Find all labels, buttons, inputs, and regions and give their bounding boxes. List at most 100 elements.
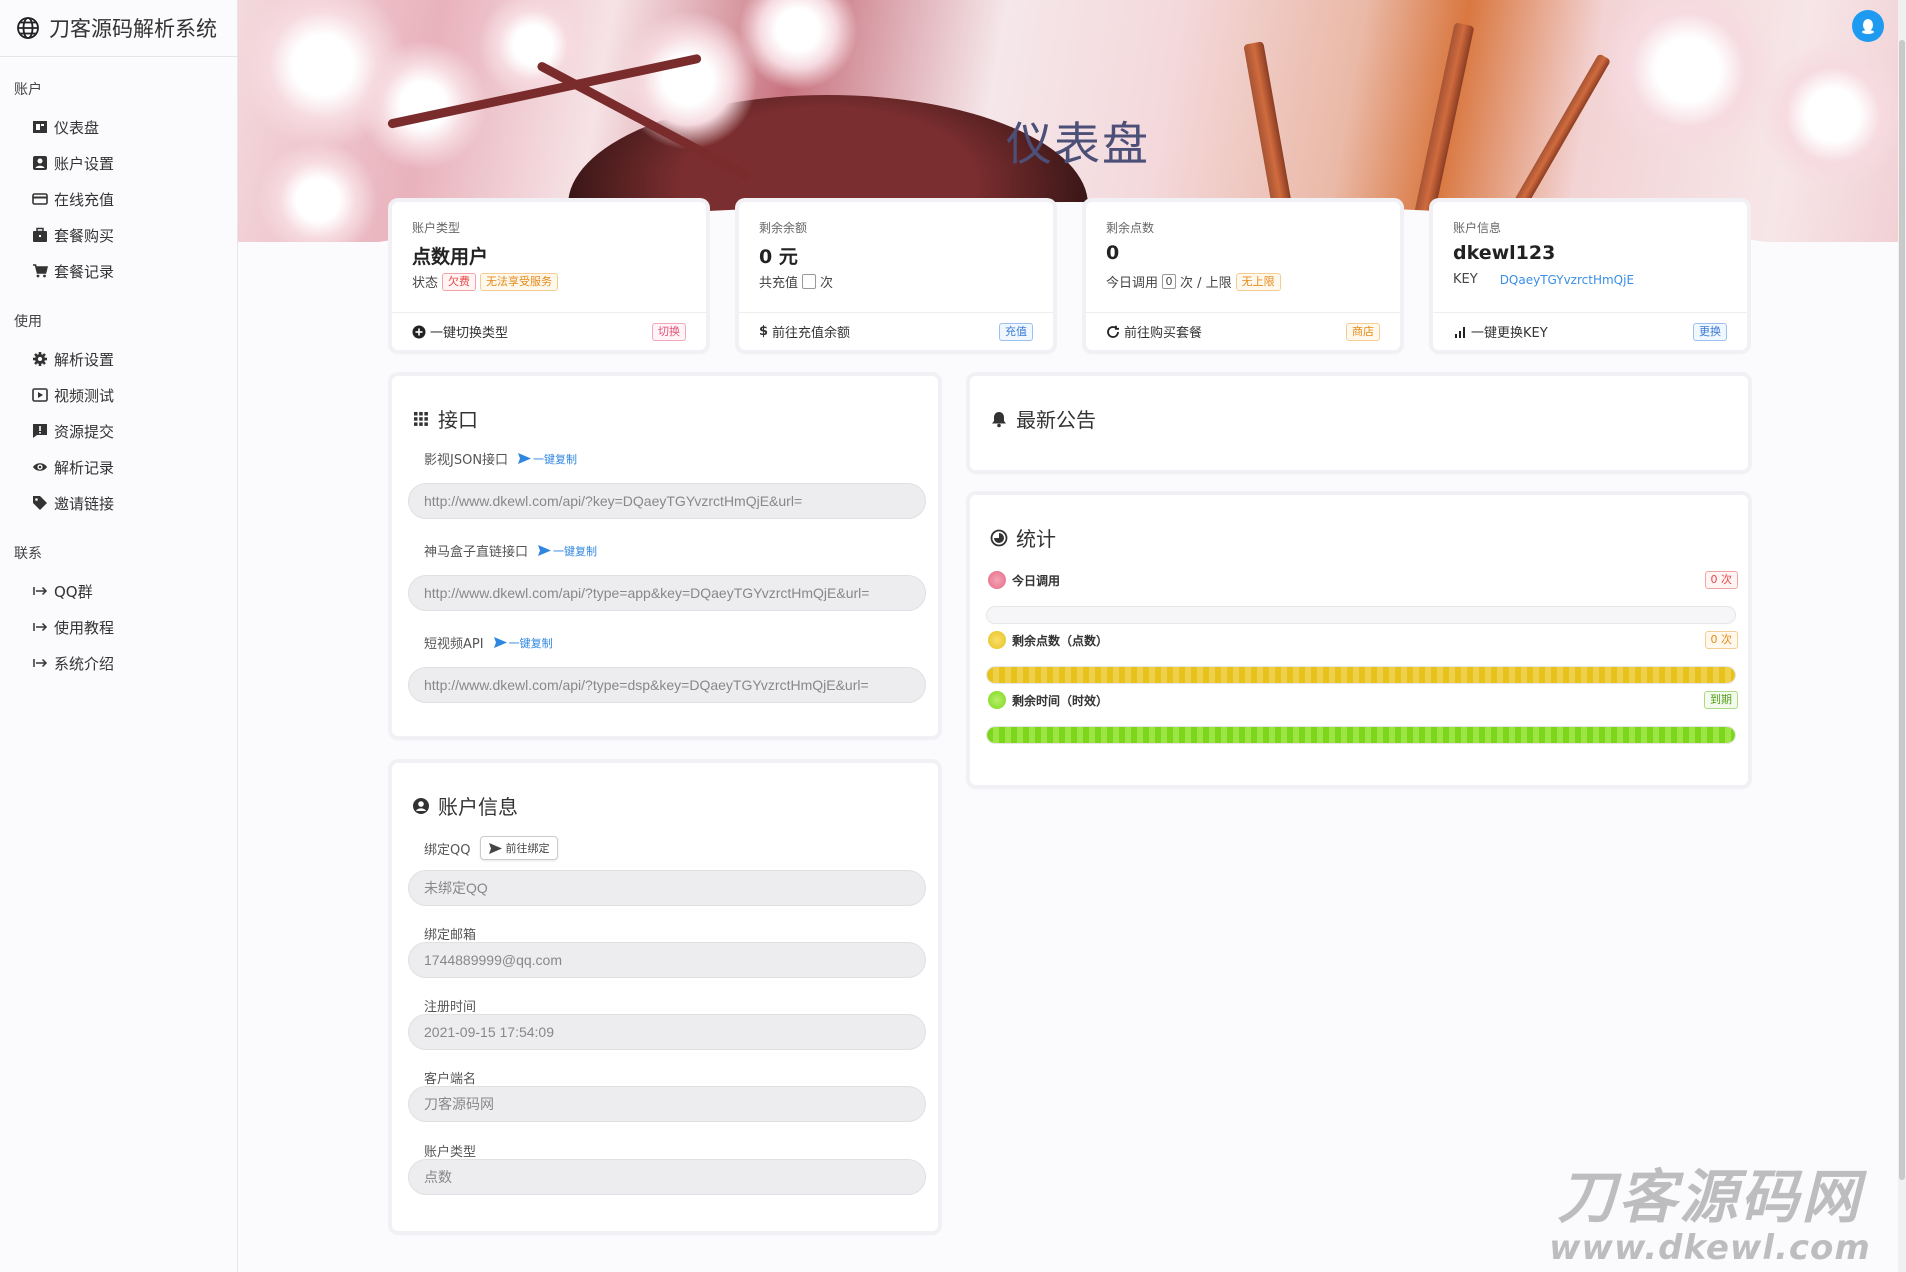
sidebar-item-dashboard[interactable]: 仪表盘 [0,109,237,145]
arrow-right-icon [31,582,49,600]
sidebar-item-tutorial[interactable]: 使用教程 [0,609,237,645]
signal-icon [1455,326,1465,338]
sidebar-item-invite-link[interactable]: 邀请链接 [0,485,237,521]
account-icon [31,154,49,172]
stats-row-time: 剩余时间（时效） 到期 [988,691,1738,709]
sidebar-item-recharge[interactable]: 在线充值 [0,181,237,217]
account-type-field[interactable] [408,1159,926,1195]
sidebar-item-qq-group[interactable]: QQ群 [0,573,237,609]
sidebar-item-label: 套餐记录 [54,262,115,281]
email-field[interactable] [408,942,926,978]
brand[interactable]: 刀客源码解析系统 [0,0,237,57]
change-key-button[interactable]: 更换 [1693,322,1727,341]
sidebar-item-resource-submit[interactable]: 资源提交 [0,413,237,449]
alert-icon [31,422,49,440]
recharge-link[interactable]: $ 前往充值余额 [759,322,850,341]
send-icon [493,637,507,648]
sidebar-item-parse-settings[interactable]: 解析设置 [0,341,237,377]
stats-row-points: 剩余点数（点数） 0 次 [988,631,1738,649]
notice-title-text: 最新公告 [1016,408,1096,432]
bell-icon [992,411,1006,427]
footer-label: 一键更换KEY [1471,326,1548,341]
time-dot [988,691,1006,709]
field-label-client-name: 客户端名 [424,1072,477,1087]
bind-qq-button[interactable]: 前往绑定 [480,836,559,860]
footer-label: 前往购买套餐 [1124,326,1203,341]
register-time-field[interactable] [408,1014,926,1050]
today-calls-dot [988,571,1006,589]
time-fill [987,727,1735,743]
change-key-link[interactable]: 一键更换KEY [1453,322,1548,341]
arrow-right-icon [31,618,49,636]
app-title: 刀客源码解析系统 [49,17,217,41]
copy-json-link[interactable]: 一键复制 [518,451,577,467]
recharge-count-box [802,274,817,289]
copy-label: 一键复制 [508,636,553,650]
account-panel-title: 账户信息 [412,791,518,820]
api-url-json[interactable] [408,483,926,519]
field-label-text: 神马盒子直链接口 [424,545,529,560]
field-label-email: 绑定邮箱 [424,928,477,943]
page-title: 仪表盘 [1006,117,1150,171]
buy-package-link[interactable]: 前往购买套餐 [1106,322,1202,341]
globe-icon [17,17,39,39]
notice-panel: 最新公告 [970,376,1748,470]
sidebar-item-parse-records[interactable]: 解析记录 [0,449,237,485]
stat-daily-calls: 今日调用 0 次 / 上限 无上限 [1106,272,1281,291]
grid-icon [414,411,428,426]
stats-row-today-calls: 今日调用 0 次 [988,571,1738,589]
site-watermark: 刀客源码网 www.dkewl.com [1530,1166,1890,1268]
tag-icon [31,494,49,512]
play-icon [31,386,49,404]
banner-art-blossom [1598,0,1778,160]
field-label-text: 短视频API [424,637,484,652]
field-label-account-type: 账户类型 [424,1145,477,1160]
shop-button[interactable]: 商店 [1346,322,1380,341]
key-label: KEY [1453,272,1478,287]
plus-circle-icon [412,325,426,338]
nav-section-contact: 联系 [14,546,42,562]
time-bar [986,726,1736,744]
api-panel-title: 接口 [412,404,478,433]
sidebar-item-system-intro[interactable]: 系统介绍 [0,645,237,681]
switch-type-link[interactable]: 一键切换类型 [412,322,508,341]
bag-icon [31,226,49,244]
qq-contact-button[interactable] [1852,10,1884,42]
recharge-button[interactable]: 充值 [999,322,1033,341]
sidebar-item-buy-package[interactable]: 套餐购买 [0,217,237,253]
today-calls-bar [986,606,1736,624]
sidebar-item-label: 资源提交 [54,422,115,441]
scrollbar-thumb[interactable] [1899,40,1905,1180]
sidebar-item-account-settings[interactable]: 账户设置 [0,145,237,181]
stat-label: 剩余点数 [1106,221,1155,235]
copy-dsp-link[interactable]: 一键复制 [493,635,553,651]
sidebar-item-label: 账户设置 [54,154,115,173]
sidebar-item-video-test[interactable]: 视频测试 [0,377,237,413]
copy-app-link[interactable]: 一键复制 [538,543,597,559]
eye-icon [31,458,49,476]
field-label-text: 影视JSON接口 [424,453,509,468]
today-calls-badge: 0 次 [1704,571,1738,589]
sidebar-item-label: 仪表盘 [54,118,100,137]
stat-footer: 一键更换KEY 更换 [1433,312,1747,350]
stat-card-balance: 剩余余额 0 元 共充值 次 $ 前往充值余额 充值 [739,202,1053,350]
refresh-icon [1107,325,1119,338]
stats-panel: 统计 今日调用 0 次 剩余点数（点数） 0 次 剩余时间（时效） 到期 [970,495,1748,785]
sidebar-item-label: 系统介绍 [54,654,115,673]
status-badge-note: 无法享受服务 [480,272,559,291]
api-url-dsp[interactable] [408,667,926,703]
sidebar-item-label: 使用教程 [54,618,115,637]
switch-button[interactable]: 切换 [652,322,686,341]
stat-footer: 一键切换类型 切换 [392,312,706,350]
account-title-text: 账户信息 [438,795,518,819]
client-name-field[interactable] [408,1086,926,1122]
qq-field[interactable] [408,870,926,906]
send-icon [489,842,503,854]
sidebar-item-package-records[interactable]: 套餐记录 [0,253,237,289]
sidebar-item-label: 解析记录 [54,458,115,477]
card-icon [31,190,49,208]
field-label-register-time: 注册时间 [424,1000,477,1015]
row-label: 剩余点数（点数） [1012,633,1109,648]
api-url-app[interactable] [408,575,926,611]
recharge-unit: 次 [820,276,834,291]
